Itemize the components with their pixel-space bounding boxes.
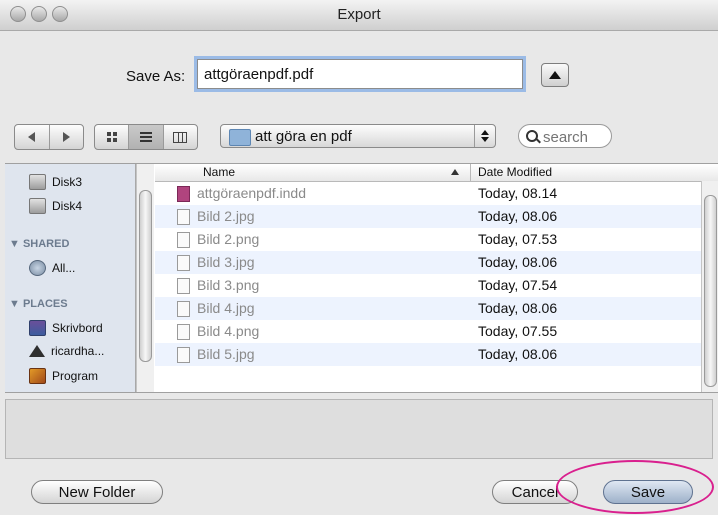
sidebar: Disk3 Disk4 ▼ SHARED All... ▼ PLACES Skr… <box>5 164 136 392</box>
file-icon <box>177 324 190 340</box>
indesign-file-icon <box>177 186 190 202</box>
file-date: Today, 08.06 <box>478 208 558 224</box>
sidebar-item-label: All... <box>52 261 76 275</box>
sidebar-scroll-thumb[interactable] <box>139 190 152 362</box>
file-name: Bild 3.png <box>197 277 260 293</box>
file-icon <box>177 209 190 225</box>
file-name: Bild 2.jpg <box>197 208 255 224</box>
file-name: attgöraenpdf.indd <box>197 185 306 201</box>
file-name: Bild 4.jpg <box>197 300 255 316</box>
sidebar-item-label: ricardha... <box>51 344 105 358</box>
window-title: Export <box>337 6 381 23</box>
file-date: Today, 08.06 <box>478 254 558 270</box>
sidebar-item-all[interactable]: All... <box>29 260 75 276</box>
save-as-input[interactable] <box>197 59 523 89</box>
save-as-label: Save As: <box>126 68 186 85</box>
file-name: Bild 3.jpg <box>197 254 255 270</box>
triangle-up-icon <box>549 71 561 79</box>
file-icon <box>177 255 190 271</box>
folder-icon <box>229 129 251 146</box>
sidebar-item-home[interactable]: ricardha... <box>29 344 104 358</box>
table-row[interactable]: Bild 4.png Today, 07.55 <box>155 320 701 343</box>
list-view-button[interactable] <box>129 125 164 149</box>
column-header-date[interactable]: Date Modified <box>478 165 552 179</box>
file-date: Today, 08.14 <box>478 185 558 201</box>
column-divider[interactable] <box>470 164 471 181</box>
popup-arrows-icon <box>474 125 495 147</box>
file-list-header: Name Date Modified <box>155 164 718 182</box>
file-date: Today, 07.53 <box>478 231 558 247</box>
table-row[interactable]: Bild 2.png Today, 07.53 <box>155 228 701 251</box>
cancel-button[interactable]: Cancel <box>492 480 578 504</box>
icon-view-button[interactable] <box>95 125 130 149</box>
column-header-name[interactable]: Name <box>203 165 235 179</box>
file-name: Bild 2.png <box>197 231 260 247</box>
left-arrow-icon <box>28 132 36 142</box>
sidebar-item-label: Disk3 <box>52 175 83 189</box>
back-button[interactable] <box>15 125 50 149</box>
disk-icon <box>29 174 46 190</box>
sidebar-item-label: Program <box>52 369 99 383</box>
collapse-browser-button[interactable] <box>541 63 569 87</box>
sidebar-item-label: Disk4 <box>52 199 83 213</box>
forward-button[interactable] <box>50 125 84 149</box>
file-browser: Disk3 Disk4 ▼ SHARED All... ▼ PLACES Skr… <box>5 163 718 393</box>
sort-ascending-icon <box>451 169 459 175</box>
file-icon <box>177 347 190 363</box>
search-icon <box>526 130 538 142</box>
network-globe-icon <box>29 260 46 276</box>
column-view-button[interactable] <box>164 125 197 149</box>
right-arrow-icon <box>62 132 70 142</box>
view-switcher <box>94 124 198 150</box>
icon-view-icon <box>106 132 117 142</box>
search-input[interactable] <box>541 127 613 147</box>
file-date: Today, 08.06 <box>478 300 558 316</box>
applications-icon <box>29 368 46 384</box>
file-date: Today, 07.55 <box>478 323 558 339</box>
title-bar[interactable]: Export <box>0 0 718 31</box>
file-date: Today, 08.06 <box>478 346 558 362</box>
folder-name: att göra en pdf <box>255 128 352 145</box>
file-list-scrollbar[interactable] <box>701 181 718 392</box>
table-row[interactable]: Bild 4.jpg Today, 08.06 <box>155 297 701 320</box>
sidebar-item-disk3[interactable]: Disk3 <box>29 174 82 190</box>
sidebar-heading-label: PLACES <box>22 298 68 310</box>
list-view-icon <box>139 132 152 142</box>
file-date: Today, 07.54 <box>478 277 558 293</box>
disk-icon <box>29 198 46 214</box>
home-icon <box>29 345 45 357</box>
file-icon <box>177 232 190 248</box>
back-forward-control <box>14 124 84 150</box>
file-list: Name Date Modified attgöraenpdf.indd Tod… <box>155 164 718 392</box>
file-list-scroll-thumb[interactable] <box>704 195 717 387</box>
file-name: Bild 4.png <box>197 323 260 339</box>
file-icon <box>177 278 190 294</box>
table-row[interactable]: Bild 3.png Today, 07.54 <box>155 274 701 297</box>
file-name: Bild 5.jpg <box>197 346 255 362</box>
table-row[interactable]: Bild 3.jpg Today, 08.06 <box>155 251 701 274</box>
export-dialog: Export Save As: attgöraenpdf.pdf att gör… <box>0 0 718 515</box>
sidebar-item-program[interactable]: Program <box>29 368 98 384</box>
file-icon <box>177 301 190 317</box>
table-row[interactable]: Bild 5.jpg Today, 08.06 <box>155 343 701 366</box>
search-field[interactable] <box>518 124 613 148</box>
new-folder-button[interactable]: New Folder <box>31 480 163 504</box>
folder-location-popup[interactable]: att göra en pdf <box>220 124 496 148</box>
column-view-icon <box>173 131 188 143</box>
sidebar-scrollbar[interactable] <box>136 164 154 392</box>
sidebar-item-disk4[interactable]: Disk4 <box>29 198 82 214</box>
sidebar-heading-label: SHARED <box>22 238 70 250</box>
sidebar-item-skrivbord[interactable]: Skrivbord <box>29 320 103 336</box>
save-button[interactable]: Save <box>603 480 693 504</box>
table-row[interactable]: Bild 2.jpg Today, 08.06 <box>155 205 701 228</box>
sidebar-heading-places[interactable]: ▼ PLACES <box>9 298 68 310</box>
desktop-icon <box>29 320 46 336</box>
sidebar-item-label: Skrivbord <box>52 321 103 335</box>
accessory-panel <box>5 399 713 459</box>
table-row[interactable]: attgöraenpdf.indd Today, 08.14 <box>155 182 701 205</box>
sidebar-heading-shared[interactable]: ▼ SHARED <box>9 238 69 250</box>
